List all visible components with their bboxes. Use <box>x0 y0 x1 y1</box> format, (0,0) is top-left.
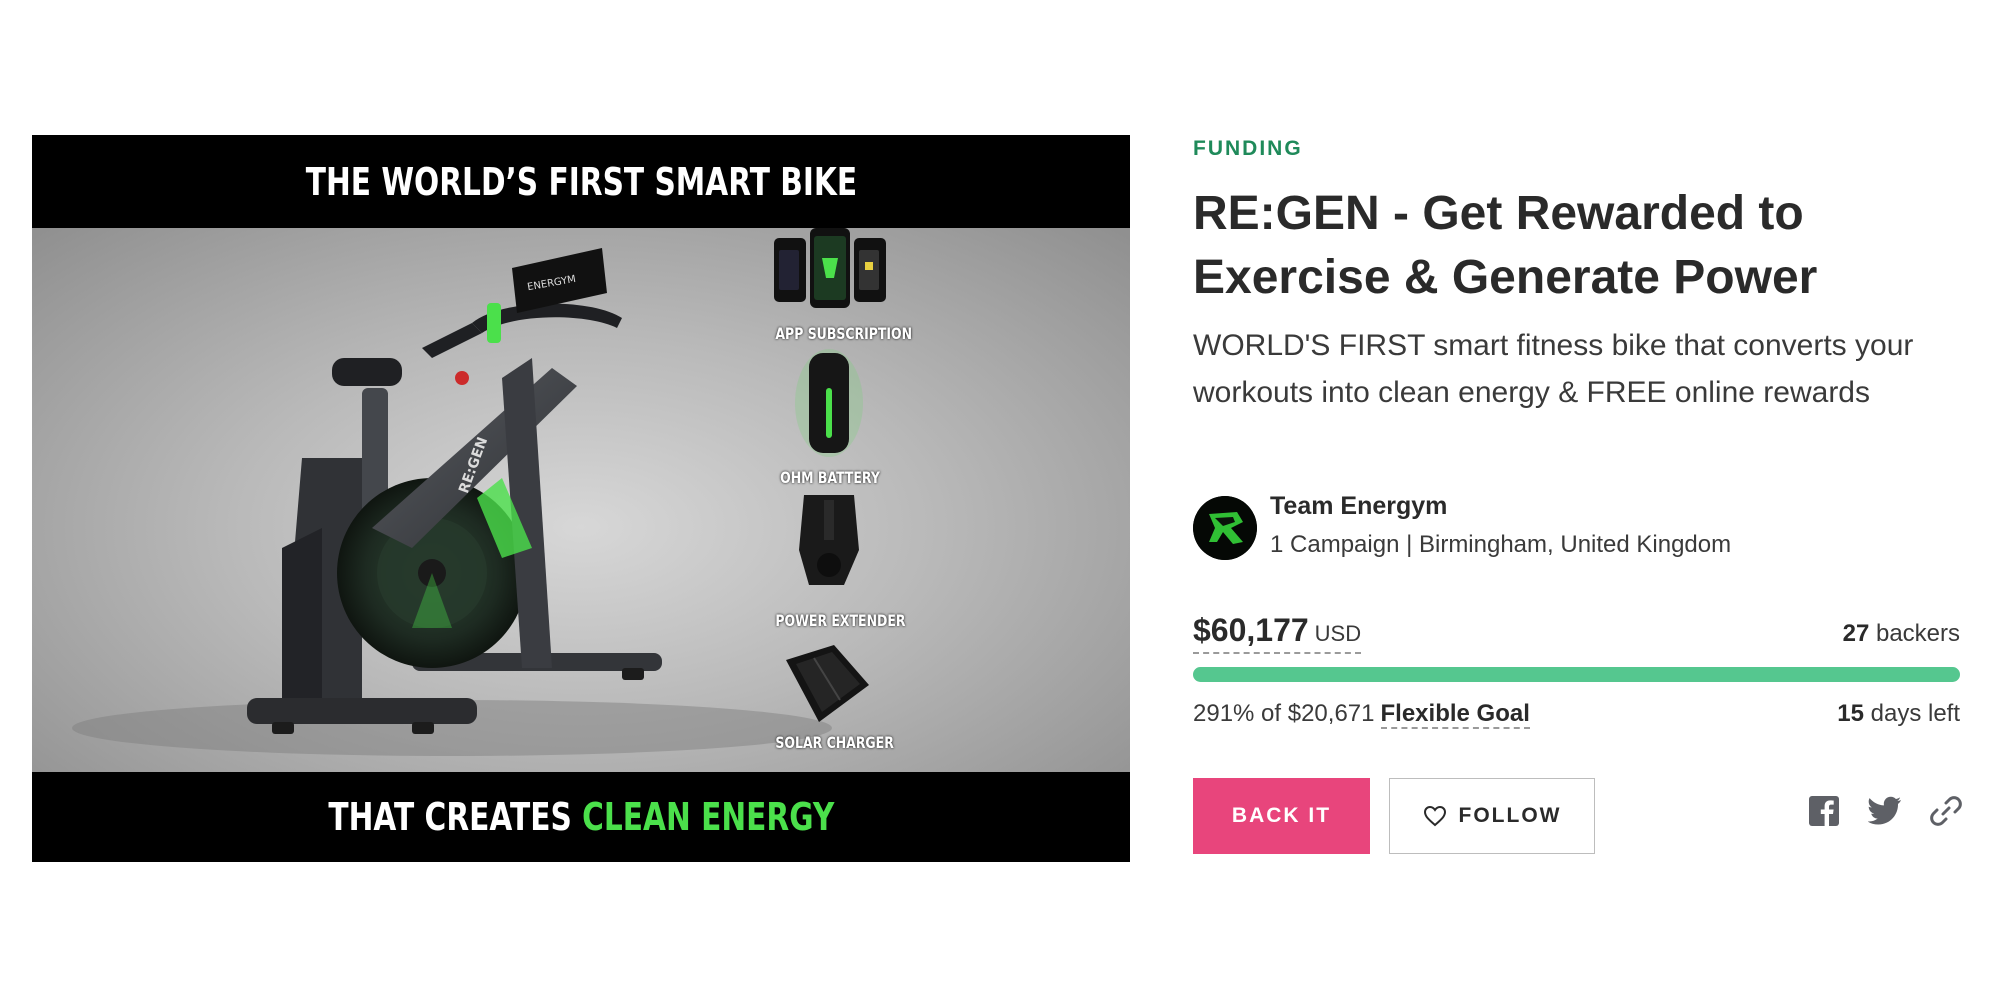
days-left-number: 15 <box>1837 700 1864 727</box>
days-left: 15 days left <box>1837 700 1960 728</box>
amount-raised-value: $60,177 <box>1193 612 1309 648</box>
battery-illustration <box>795 349 863 457</box>
label-power-extender: POWER EXTENDER <box>775 611 906 630</box>
hero-footer-text: THAT CREATES CLEAN ENERGY <box>328 795 834 839</box>
funding-goal: 291% of $20,671 Flexible Goal <box>1193 700 1530 729</box>
facebook-share[interactable] <box>1806 793 1842 829</box>
hero-footer-green: CLEAN ENERGY <box>581 795 834 839</box>
flexible-goal-link[interactable]: Flexible Goal <box>1380 700 1530 729</box>
funding-progress-fill <box>1193 667 1960 682</box>
hero-stage: ENERGYM RE:GEN APP SUBSCRIPTION OHM BATT… <box>32 228 1130 772</box>
follow-button[interactable]: FOLLOW <box>1389 778 1595 854</box>
campaign-hero-image[interactable]: THE WORLD’S FIRST SMART BIKE ENERGYM RE:… <box>32 135 1130 862</box>
copy-link-share[interactable] <box>1928 793 1964 829</box>
twitter-share[interactable] <box>1867 793 1903 829</box>
backers-number: 27 <box>1842 620 1870 647</box>
smart-bike-illustration: ENERGYM RE:GEN <box>72 248 832 756</box>
solar-charger-illustration <box>786 645 869 722</box>
follow-label: FOLLOW <box>1458 804 1562 827</box>
label-ohm-battery: OHM BATTERY <box>780 468 880 487</box>
hero-headline-band: THE WORLD’S FIRST SMART BIKE <box>32 135 1130 228</box>
label-solar-charger: SOLAR CHARGER <box>775 733 894 752</box>
heart-icon <box>1423 805 1446 827</box>
backers-count: 27 backers <box>1843 620 1960 648</box>
twitter-icon <box>1868 796 1901 825</box>
owner-avatar[interactable] <box>1193 496 1257 560</box>
power-extender-illustration <box>799 495 859 585</box>
owner-name[interactable]: Team Energym <box>1270 492 1447 521</box>
phones-app-illustration <box>774 228 886 308</box>
days-left-label: days left <box>1863 700 1960 727</box>
backers-label: backers <box>1869 620 1960 647</box>
back-it-button[interactable]: BACK IT <box>1193 778 1370 854</box>
campaign-status: FUNDING <box>1193 137 1303 160</box>
funding-goal-text: 291% of $20,671 <box>1193 700 1375 727</box>
link-icon <box>1930 796 1962 826</box>
label-app-subscription: APP SUBSCRIPTION <box>775 324 913 343</box>
hero-footer-band: THAT CREATES CLEAN ENERGY <box>32 772 1130 862</box>
amount-raised-currency: USD <box>1314 621 1362 646</box>
amount-raised[interactable]: $60,177 USD <box>1193 612 1362 654</box>
energym-logo-icon <box>1193 496 1257 560</box>
hero-footer-white: THAT CREATES <box>327 795 582 839</box>
campaign-tagline: WORLD'S FIRST smart fitness bike that co… <box>1193 329 1914 409</box>
campaign-title: RE:GEN - Get Rewarded to Exercise & Gene… <box>1193 187 1818 304</box>
funding-progress-bar <box>1193 667 1960 682</box>
hero-headline: THE WORLD’S FIRST SMART BIKE <box>305 159 857 204</box>
owner-meta: 1 Campaign | Birmingham, United Kingdom <box>1270 531 1732 558</box>
facebook-icon <box>1809 796 1839 826</box>
